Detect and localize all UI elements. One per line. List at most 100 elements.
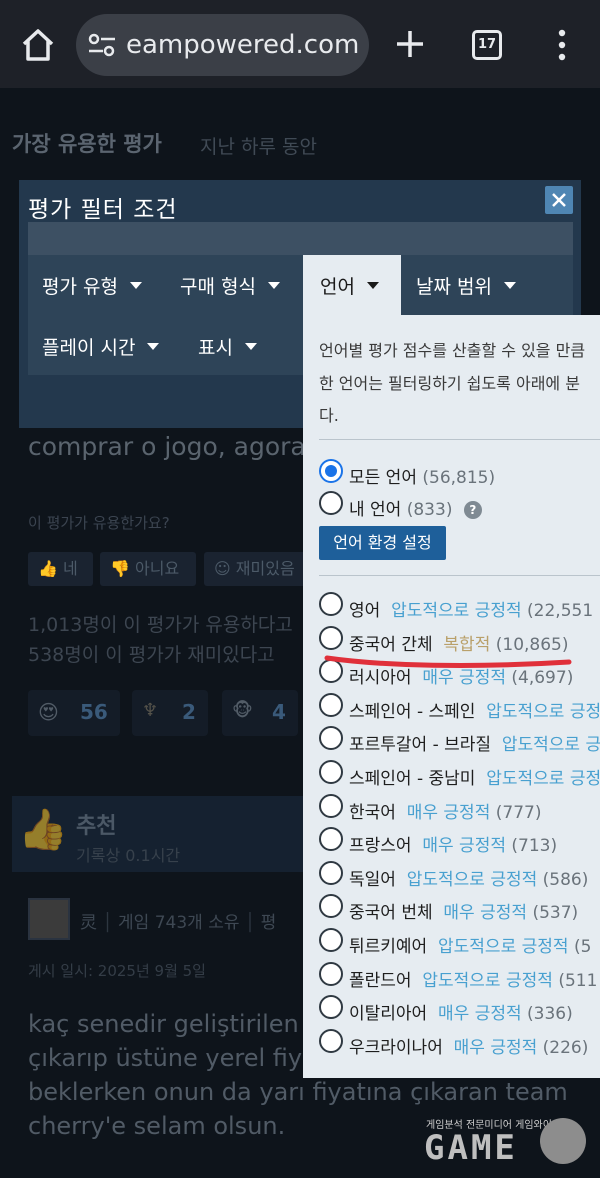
language-option[interactable]: 이탈리아어 매우 긍정적 (336): [349, 999, 573, 1024]
language-option[interactable]: 스페인어 - 중남미 압도적으로 긍정: [349, 764, 600, 789]
chevron-down-icon: [267, 282, 280, 289]
modal-header-strip: [28, 222, 573, 255]
avatar[interactable]: [28, 898, 70, 940]
radio-language[interactable]: [319, 928, 343, 952]
radio-language[interactable]: [319, 995, 343, 1019]
radio-my-languages[interactable]: [319, 491, 343, 515]
close-icon: [552, 193, 566, 207]
tab-playtime[interactable]: 플레이 시간: [42, 333, 160, 360]
watermark-emblem-icon: [540, 1118, 586, 1164]
dropdown-description-2: 한 언어는 필터링하기 쉽도록 아래에 분: [319, 374, 580, 393]
tab-review-type[interactable]: 평가 유형: [42, 272, 142, 299]
language-settings-button[interactable]: 언어 환경 설정: [319, 526, 446, 560]
chevron-down-icon: [129, 282, 142, 289]
radio-language[interactable]: [319, 592, 343, 616]
tab-language[interactable]: 언어: [320, 272, 379, 299]
radio-all-languages[interactable]: [319, 459, 343, 483]
address-bar[interactable]: eampowered.com: [76, 14, 369, 76]
more-options-icon[interactable]: [552, 28, 572, 62]
posted-date: 게시 일시: 2025년 9월 5일: [28, 962, 206, 980]
language-count: (336): [527, 1004, 573, 1024]
language-count: (713): [511, 836, 558, 856]
close-button[interactable]: [545, 186, 573, 214]
help-icon[interactable]: ?: [463, 501, 482, 519]
review-line-3: beklerken onun da yarı fiyatına çıkaran …: [28, 1078, 568, 1106]
language-rating: 매우 긍정적: [422, 668, 506, 688]
language-name: 러시아어: [349, 668, 412, 688]
divider: [319, 439, 600, 440]
language-name: 이탈리아어: [349, 1004, 428, 1024]
language-rating: 압도적으로 긍정적: [422, 971, 553, 991]
radio-language[interactable]: [319, 1029, 343, 1053]
option-my-languages[interactable]: 내 언어 (833) ?: [349, 495, 482, 520]
language-option[interactable]: 프랑스어 매우 긍정적 (713): [349, 831, 557, 856]
language-name: 튀르키예어: [349, 937, 428, 957]
language-name: 프랑스어: [349, 836, 412, 856]
language-count: (777): [495, 803, 542, 823]
language-rating: 매우 긍정적: [453, 1038, 538, 1058]
site-settings-icon[interactable]: [88, 32, 116, 58]
language-count: (5: [573, 937, 592, 957]
radio-language[interactable]: [319, 794, 343, 818]
tab-switcher-button[interactable]: 17: [472, 30, 502, 60]
award-3-icon: 🐵: [232, 700, 253, 721]
chevron-down-icon: [366, 282, 379, 289]
review-line-2: çıkarıp üstüne yerel fiya: [28, 1044, 317, 1072]
language-option[interactable]: 독일어 압도적으로 긍정적 (586): [349, 865, 588, 890]
radio-language[interactable]: [319, 861, 343, 885]
playtime-text: 기록상 0.1시간: [76, 846, 181, 865]
radio-language[interactable]: [319, 827, 343, 851]
vote-yes-button[interactable]: 👍 네: [28, 552, 93, 586]
award-2[interactable]: ♆ 2: [132, 690, 208, 736]
language-option[interactable]: 영어 압도적으로 긍정적 (22,551: [349, 596, 593, 621]
browser-toolbar: eampowered.com 17: [0, 0, 600, 88]
smile-icon: ☺: [214, 559, 231, 578]
language-option[interactable]: 폴란드어 압도적으로 긍정적 (511: [349, 966, 597, 991]
language-rating: 매우 긍정적: [438, 1004, 522, 1024]
username[interactable]: 灵: [80, 913, 97, 933]
award-1[interactable]: 😍 56: [28, 690, 120, 736]
radio-language[interactable]: [319, 726, 343, 750]
language-rating: 압도적으로 긍정: [486, 702, 600, 722]
helpful-count: 1,013명이 이 평가가 유용하다고: [28, 614, 293, 636]
home-icon[interactable]: [18, 25, 58, 65]
language-rating: 압도적으로 긍정적: [406, 870, 538, 890]
language-option[interactable]: 포르투갈어 - 브라질 압도적으로 긍: [349, 730, 600, 755]
tab-date-range[interactable]: 날짜 범위: [416, 272, 516, 299]
language-option[interactable]: 한국어 매우 긍정적 (777): [349, 798, 541, 823]
language-option[interactable]: 스페인어 - 스페인 압도적으로 긍정: [349, 697, 600, 722]
award-3[interactable]: 🐵 4: [222, 690, 298, 736]
language-count: (537): [532, 903, 579, 923]
award-2-count: 2: [182, 700, 196, 724]
award-2-icon: ♆: [142, 700, 159, 721]
radio-language[interactable]: [319, 760, 343, 784]
vote-no-button[interactable]: 👎 아니요: [100, 552, 196, 586]
radio-language[interactable]: [319, 693, 343, 717]
dropdown-description-1: 언어별 평가 점수를 산출할 수 있을 만큼: [319, 341, 586, 360]
language-option[interactable]: 중국어 번체 매우 긍정적 (537): [349, 898, 578, 923]
modal-title: 평가 필터 조건: [28, 197, 178, 223]
language-name: 중국어 번체: [349, 903, 433, 923]
option-all-languages[interactable]: 모든 언어 (56,815): [349, 463, 495, 488]
language-count: (511: [558, 971, 598, 991]
language-count: (4,697): [511, 668, 574, 688]
language-name: 한국어: [349, 803, 396, 823]
tab-purchase-type[interactable]: 구매 형식: [180, 272, 280, 299]
award-3-count: 4: [272, 700, 286, 724]
section-subtitle: 지난 하루 동안: [200, 136, 317, 158]
radio-language[interactable]: [319, 894, 343, 918]
user-games: 게임 743개 소유: [118, 913, 240, 933]
language-count: (586): [542, 870, 589, 890]
vote-funny-button[interactable]: ☺ 재미있음: [204, 552, 314, 586]
language-option[interactable]: 우크라이나어 매우 긍정적 (226): [349, 1033, 588, 1058]
language-name: 폴란드어: [349, 971, 412, 991]
vote-no-label: 아니요: [135, 559, 180, 578]
radio-language[interactable]: [319, 962, 343, 986]
tab-display[interactable]: 표시: [198, 333, 257, 360]
review-line-1: kaç senedir geliştirilen o: [28, 1010, 322, 1038]
language-option[interactable]: 튀르키예어 압도적으로 긍정적 (5: [349, 932, 591, 957]
language-name: 독일어: [349, 870, 396, 890]
language-name: 영어: [349, 601, 381, 621]
review-snippet: comprar o jogo, agora é: [28, 432, 330, 461]
new-tab-icon[interactable]: [392, 26, 428, 62]
